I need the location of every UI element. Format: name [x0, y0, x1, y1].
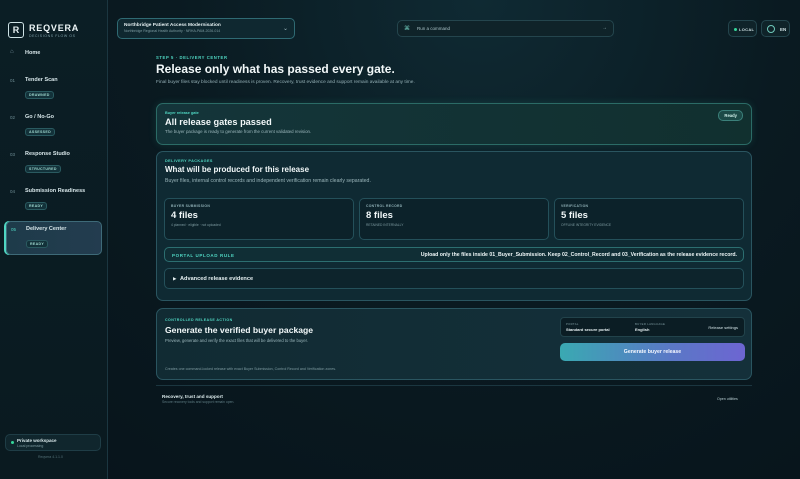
status-dot-icon — [734, 28, 737, 31]
workspace-subtitle: Local processing — [17, 444, 44, 448]
status-badge: Ready — [718, 110, 743, 121]
step-number: 05 — [11, 227, 17, 232]
advanced-evidence-label: Advanced release evidence — [180, 275, 254, 282]
setting-value: English — [635, 327, 650, 332]
portal-upload-rule: PORTAL UPLOAD RULE Upload only the files… — [164, 247, 744, 262]
stat-value: 4 files — [171, 210, 198, 221]
stat-value: 5 files — [561, 210, 588, 221]
release-settings-link[interactable]: Release settings — [708, 325, 738, 330]
setting-key: PORTAL — [566, 322, 579, 326]
sidebar-item-label: Submission Readiness — [25, 188, 86, 194]
step-number: 04 — [10, 189, 16, 194]
sidebar-item-label: Tender Scan — [25, 77, 58, 83]
sidebar-item-tender-scan[interactable]: 01 Tender Scan DRAWNED — [6, 73, 102, 105]
sidebar-item-go-no-go[interactable]: 02 Go / No-Go ASSESSED — [6, 110, 102, 142]
gate-eyebrow: Buyer release gate — [165, 111, 199, 115]
generate-release-button[interactable]: Generate buyer release — [560, 343, 745, 361]
chevron-down-icon: ⌄ — [282, 26, 288, 32]
sidebar-item-label: Delivery Center — [26, 226, 67, 232]
release-settings-summary: PORTAL Standard secure portal BUYER LANG… — [560, 317, 745, 337]
sidebar: R REQVERA DECISIONS FLOW OS ⌂ Home 01 Te… — [0, 0, 108, 479]
command-placeholder: Run a command — [417, 26, 451, 31]
rule-label: PORTAL UPLOAD RULE — [172, 252, 235, 258]
workspace-title: Private workspace — [17, 438, 57, 443]
project-selector[interactable]: Northbridge Patient Access Modernisation… — [117, 18, 295, 39]
workspace-indicator[interactable]: Private workspace Local processing — [5, 434, 101, 451]
sidebar-nav: ⌂ Home 01 Tender Scan DRAWNED 02 Go / No… — [6, 46, 102, 260]
language-button[interactable]: EN — [761, 20, 790, 37]
brand[interactable]: R REQVERA DECISIONS FLOW OS — [8, 22, 79, 38]
stat-value: 8 files — [366, 210, 393, 221]
command-icon: ⌘ — [404, 26, 410, 32]
release-gate-card: Buyer release gate All release gates pas… — [156, 103, 752, 145]
control-record-stat: CONTROL RECORD 8 files RETAINED INTERNAL… — [359, 198, 549, 240]
status-badge: DRAWNED — [25, 91, 54, 99]
brand-logo-icon: R — [8, 22, 24, 38]
step-number: 02 — [10, 115, 16, 120]
support-title: Recovery, trust and support — [162, 394, 223, 399]
sidebar-item-home[interactable]: ⌂ Home — [6, 46, 102, 60]
page-title: Release only what has passed every gate. — [156, 62, 395, 76]
sidebar-item-submission-readiness[interactable]: 04 Submission Readiness READY — [6, 184, 102, 216]
gate-description: The buyer package is ready to generate f… — [165, 129, 312, 134]
status-dot-icon — [11, 441, 14, 444]
sidebar-item-delivery-center[interactable]: 05 Delivery Center READY — [6, 221, 102, 255]
divider — [156, 385, 752, 386]
status-badge: STRUCTURED — [25, 165, 61, 173]
home-icon: ⌂ — [10, 49, 14, 55]
stat-note: OFFLINE INTEGRITY EVIDENCE — [561, 223, 612, 227]
command-bar[interactable]: ⌘ Run a command → — [397, 20, 614, 37]
status-badge: READY — [26, 240, 49, 248]
buyer-submission-stat: BUYER SUBMISSION 4 files 4 planned · eli… — [164, 198, 354, 240]
open-utilities-button[interactable]: Open utilities — [717, 397, 738, 401]
arrow-right-icon: → — [602, 24, 607, 31]
step-eyebrow: STEP 5 · DELIVERY CENTER — [156, 55, 228, 60]
globe-icon — [767, 25, 775, 33]
local-mode-label: LOCAL — [739, 27, 755, 32]
sidebar-item-label: Response Studio — [25, 151, 70, 157]
packages-description: Buyer files, internal control records an… — [165, 178, 371, 184]
project-subtitle: Northbridge Regional Health Authority · … — [124, 29, 221, 33]
stat-label: CONTROL RECORD — [366, 204, 403, 208]
language-setting: BUYER LANGUAGE English — [635, 322, 665, 332]
rule-text: Upload only the files inside 01_Buyer_Su… — [420, 252, 737, 258]
status-badge: ASSESSED — [25, 128, 55, 136]
action-footnote: Creates one command-locked release with … — [165, 367, 336, 371]
step-number: 03 — [10, 152, 16, 157]
support-subtitle: Secure recovery tools and support remain… — [162, 400, 235, 404]
sidebar-item-label: Home — [25, 50, 41, 56]
setting-value: Standard secure portal — [566, 327, 610, 332]
app-version: Reqvera 4.1.1.0 — [38, 455, 63, 459]
language-label: EN — [780, 26, 787, 32]
project-title: Northbridge Patient Access Modernisation — [124, 23, 221, 28]
stat-label: BUYER SUBMISSION — [171, 204, 211, 208]
page-subtitle: Final buyer files stay blocked until rea… — [156, 80, 415, 85]
advanced-evidence-toggle[interactable]: ▶ Advanced release evidence — [164, 268, 744, 289]
setting-key: BUYER LANGUAGE — [635, 322, 666, 326]
sidebar-item-response-studio[interactable]: 03 Response Studio STRUCTURED — [6, 147, 102, 179]
brand-tagline: DECISIONS FLOW OS — [29, 33, 76, 38]
status-badge: READY — [25, 202, 48, 210]
delivery-packages-card: DELIVERY PACKAGES What will be produced … — [156, 151, 752, 301]
gate-title: All release gates passed — [165, 117, 272, 127]
caret-right-icon: ▶ — [173, 276, 177, 281]
packages-title: What will be produced for this release — [165, 165, 310, 174]
verification-stat: VERIFICATION 5 files OFFLINE INTEGRITY E… — [554, 198, 744, 240]
stat-note: RETAINED INTERNALLY — [366, 223, 404, 227]
local-mode-button[interactable]: LOCAL — [728, 20, 757, 37]
sidebar-item-label: Go / No-Go — [25, 114, 55, 120]
packages-eyebrow: DELIVERY PACKAGES — [165, 159, 213, 163]
release-action-card: CONTROLLED RELEASE ACTION Generate the v… — [156, 308, 752, 380]
step-number: 01 — [10, 78, 16, 83]
stat-note: 4 planned · eligible · not uploaded — [171, 223, 221, 227]
portal-setting: PORTAL Standard secure portal — [566, 322, 610, 332]
stat-label: VERIFICATION — [561, 204, 589, 208]
brand-name: REQVERA — [29, 22, 80, 33]
